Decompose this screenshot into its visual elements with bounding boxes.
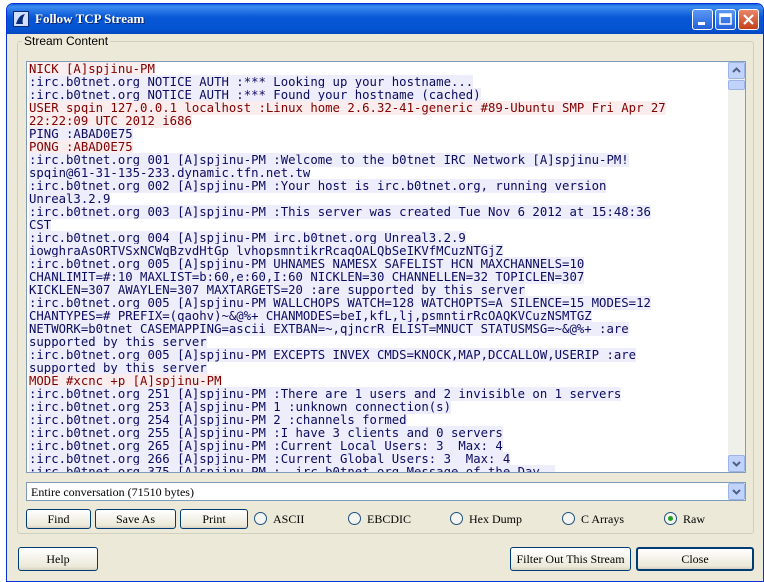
stream-line-text: :irc.b0tnet.org 005 [A]spjinu-PM UHNAMES…: [29, 257, 585, 271]
chevron-down-icon: [732, 461, 741, 467]
stream-content-label: Stream Content: [22, 34, 111, 48]
minimize-icon: [698, 22, 705, 25]
stream-line-text: MODE #xcnc +p [A]spjinu-PM: [29, 374, 222, 388]
minimize-button[interactable]: [692, 9, 713, 30]
client-line: 22:22:09 UTC 2012 i686: [29, 114, 729, 128]
radio-circle: [664, 512, 677, 525]
title-bar[interactable]: Follow TCP Stream: [7, 4, 763, 34]
format-label: ASCII: [273, 512, 305, 526]
stream-line-text: KICKLEN=307 AWAYLEN=307 MAXTARGETS=20 :a…: [29, 283, 526, 297]
conversation-select[interactable]: Entire conversation (71510 bytes): [26, 482, 746, 501]
conversation-select-value: Entire conversation (71510 bytes): [31, 485, 194, 499]
stream-line-text: :irc.b0tnet.org NOTICE AUTH :*** Found y…: [29, 88, 481, 102]
format-label: EBCDIC: [367, 512, 412, 526]
print-button[interactable]: Print: [180, 509, 248, 529]
filter-out-stream-button[interactable]: Filter Out This Stream: [510, 547, 631, 571]
stream-line-text: :irc.b0tnet.org 255 [A]spjinu-PM :I have…: [29, 426, 503, 440]
stream-line-text: :irc.b0tnet.org 001 [A]spjinu-PM :Welcom…: [29, 153, 629, 167]
follow-tcp-stream-window: Follow TCP Stream Stream Content NICK [A…: [6, 3, 764, 582]
stream-line-text: :irc.b0tnet.org 004 [A]spjinu-PM irc.b0t…: [29, 231, 466, 245]
stream-line-text: CST: [29, 218, 52, 232]
radio-circle: [254, 512, 267, 525]
close-button[interactable]: Close: [636, 547, 754, 571]
radio-circle: [450, 512, 463, 525]
stream-line-text: :irc.b0tnet.org 002 [A]spjinu-PM :Your h…: [29, 179, 607, 193]
maximize-icon: [719, 13, 732, 25]
server-line: PING :ABAD0E75: [29, 127, 729, 141]
stream-line-text: CHANTYPES=# PREFIX=(qaohv)~&@%+ CHANMODE…: [29, 309, 592, 323]
window-title: Follow TCP Stream: [35, 11, 145, 26]
stream-line-text: PONG :ABAD0E75: [29, 140, 133, 154]
stream-line-text: :irc.b0tnet.org 265 [A]spjinu-PM :Curren…: [29, 439, 503, 453]
format-label: Hex Dump: [469, 512, 522, 526]
stream-line-text: :irc.b0tnet.org 375 [A]spjinu-PM :- irc.…: [29, 465, 555, 472]
scroll-thumb[interactable]: [728, 80, 745, 90]
stream-text-area[interactable]: NICK [A]spjinu-PM:irc.b0tnet.org NOTICE …: [26, 61, 746, 473]
radio-selected-dot: [668, 516, 673, 521]
stream-line-text: supported by this server: [29, 335, 207, 349]
stream-line-text: :irc.b0tnet.org 003 [A]spjinu-PM :This s…: [29, 205, 651, 219]
stream-line-text: supported by this server: [29, 361, 207, 375]
chevron-down-icon: [732, 489, 741, 495]
radio-circle: [562, 512, 575, 525]
stream-line-text: Unreal3.2.9: [29, 192, 111, 206]
close-window-button[interactable]: [738, 9, 759, 30]
find-button[interactable]: Find: [26, 509, 91, 529]
stream-lines: NICK [A]spjinu-PM:irc.b0tnet.org NOTICE …: [29, 62, 729, 472]
close-icon: [743, 14, 754, 25]
stream-line-text: :irc.b0tnet.org NOTICE AUTH :*** Looking…: [29, 75, 474, 89]
stream-line-text: NETWORK=b0tnet CASEMAPPING=ascii EXTBAN=…: [29, 322, 629, 336]
stream-line-text: NICK [A]spjinu-PM: [29, 62, 155, 76]
format-label: Raw: [683, 512, 705, 526]
scroll-up-button[interactable]: [728, 62, 745, 79]
stream-line-text: USER spqin 127.0.0.1 localhost :Linux ho…: [29, 101, 666, 115]
chevron-up-icon: [732, 67, 741, 73]
format-label: C Arrays: [581, 512, 624, 526]
stream-content-group: Stream Content NICK [A]spjinu-PM:irc.b0t…: [17, 34, 754, 534]
stream-line-text: PING :ABAD0E75: [29, 127, 133, 141]
help-button[interactable]: Help: [18, 547, 98, 571]
server-line: :irc.b0tnet.org 003 [A]spjinu-PM :This s…: [29, 205, 729, 219]
maximize-button[interactable]: [715, 9, 736, 30]
stream-line-text: :irc.b0tnet.org 005 [A]spjinu-PM WALLCHO…: [29, 296, 651, 310]
server-line: :irc.b0tnet.org 002 [A]spjinu-PM :Your h…: [29, 179, 729, 193]
wireshark-fin-icon: [13, 11, 29, 27]
stream-line-text: :irc.b0tnet.org 005 [A]spjinu-PM EXCEPTS…: [29, 348, 637, 362]
server-line: :irc.b0tnet.org 375 [A]spjinu-PM :- irc.…: [29, 465, 729, 472]
stream-line-text: :irc.b0tnet.org 251 [A]spjinu-PM :There …: [29, 387, 622, 401]
stream-line-text: :irc.b0tnet.org 266 [A]spjinu-PM :Curren…: [29, 452, 511, 466]
vertical-scrollbar[interactable]: [728, 62, 745, 472]
radio-circle: [348, 512, 361, 525]
stream-line-text: iowghraAsORTVSxNCWqBzvdHtGp lvhopsmntikr…: [29, 244, 503, 258]
save-as-button[interactable]: Save As: [95, 509, 176, 529]
stream-line-text: 22:22:09 UTC 2012 i686: [29, 114, 192, 128]
stream-line-text: :irc.b0tnet.org 254 [A]spjinu-PM 2 :chan…: [29, 413, 407, 427]
scroll-down-button[interactable]: [728, 455, 745, 472]
stream-line-text: CHANLIMIT=#:10 MAXLIST=b:60,e:60,I:60 NI…: [29, 270, 585, 284]
stream-line-text: :irc.b0tnet.org 253 [A]spjinu-PM 1 :unkn…: [29, 400, 451, 414]
stream-line-text: spqin@61-31-135-233.dynamic.tfn.net.tw: [29, 166, 311, 180]
conversation-dropdown-button[interactable]: [728, 483, 745, 500]
